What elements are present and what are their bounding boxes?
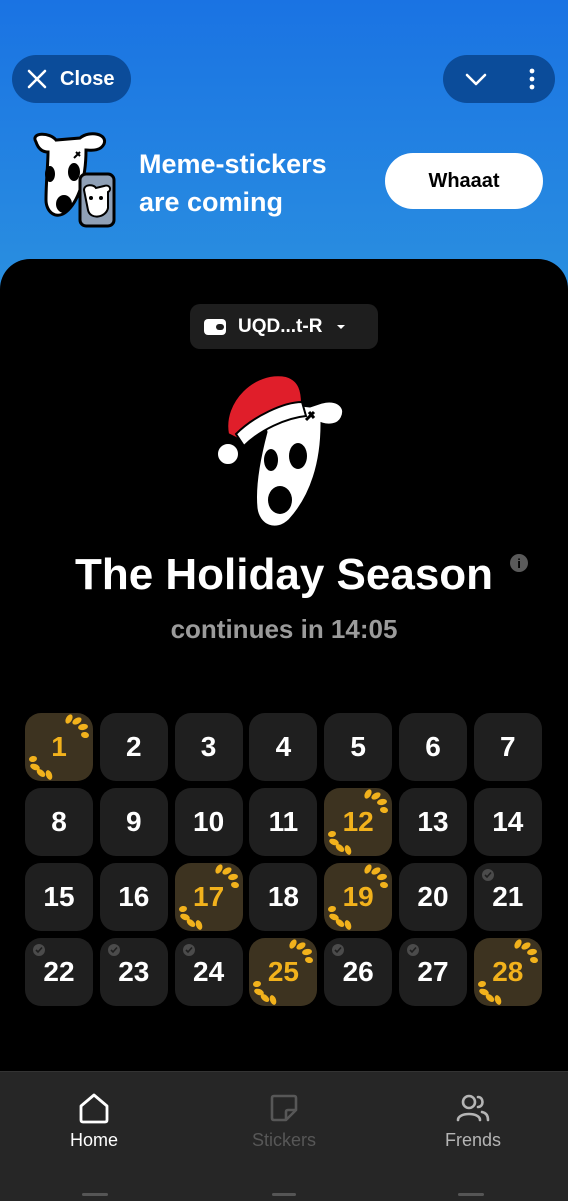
calendar-day-number: 13	[417, 806, 449, 837]
calendar-day-19[interactable]: 19	[324, 863, 393, 931]
banner-line-1: Meme-stickers	[139, 149, 327, 179]
nav-item-stickers[interactable]: Stickers	[214, 1092, 354, 1151]
calendar-day-number: 19	[342, 881, 374, 912]
calendar-day-7[interactable]: 7	[473, 713, 542, 781]
calendar-day-number: 14	[492, 806, 524, 837]
holiday-calendar-grid: 1 2 3 4 5 6 7 8 9 10 11 12 13 14 15 16 17 18 19 20 21 22 23 24 2…	[25, 713, 542, 1006]
calendar-day-number: 23	[118, 956, 150, 987]
calendar-day-11[interactable]: 11	[249, 788, 318, 856]
calendar-day-8[interactable]: 8	[25, 788, 93, 856]
system-bar-indicator	[82, 1193, 108, 1196]
close-label: Close	[60, 67, 115, 90]
calendar-day-4[interactable]: 4	[249, 713, 318, 781]
close-icon	[27, 69, 47, 89]
calendar-day-18[interactable]: 18	[249, 863, 318, 931]
completed-check-icon	[481, 869, 494, 881]
calendar-day-3[interactable]: 3	[174, 713, 243, 781]
calendar-day-14[interactable]: 14	[473, 788, 542, 856]
calendar-day-25[interactable]: 25	[249, 938, 318, 1006]
calendar-day-17[interactable]: 17	[174, 863, 243, 931]
wallet-address: UQD...t-R	[238, 315, 323, 337]
calendar-day-number: 7	[499, 731, 516, 762]
nav-label-home: Home	[69, 1130, 118, 1150]
calendar-day-20[interactable]: 20	[398, 863, 467, 931]
nav-item-frends[interactable]: Frends	[403, 1092, 543, 1151]
calendar-day-2[interactable]: 2	[99, 713, 168, 781]
calendar-day-1[interactable]: 1	[25, 713, 93, 781]
calendar-day-number: 12	[342, 806, 374, 837]
calendar-day-number: 8	[51, 806, 67, 837]
calendar-day-27[interactable]: 27	[398, 938, 467, 1006]
more-vertical-icon[interactable]	[528, 67, 536, 91]
calendar-day-13[interactable]: 13	[398, 788, 467, 856]
calendar-day-number: 28	[492, 956, 524, 987]
countdown-subtitle: continues in 14:05	[170, 614, 398, 644]
dog-mascot-with-phone-icon	[33, 132, 116, 228]
calendar-day-number: 1	[51, 731, 67, 762]
calendar-day-21[interactable]: 21	[473, 863, 542, 931]
calendar-day-number: 24	[193, 956, 225, 987]
completed-check-icon	[33, 944, 45, 956]
calendar-day-10[interactable]: 10	[174, 788, 243, 856]
calendar-day-number: 16	[118, 881, 150, 912]
calendar-day-number: 21	[492, 881, 524, 912]
nav-label-frends: Frends	[444, 1130, 502, 1150]
calendar-day-number: 25	[267, 956, 299, 987]
calendar-day-23[interactable]: 23	[99, 938, 168, 1006]
system-bar-indicator	[458, 1193, 484, 1196]
banner-line-2: are coming	[139, 187, 284, 217]
wallet-icon	[204, 318, 226, 335]
banner-text: Meme-stickers are coming	[139, 145, 327, 221]
calendar-day-15[interactable]: 15	[25, 863, 93, 931]
calendar-day-number: 15	[43, 881, 75, 912]
nav-item-home[interactable]: Home	[24, 1092, 164, 1151]
page-title: The Holiday Season	[74, 550, 494, 599]
calendar-day-number: 18	[267, 881, 299, 912]
calendar-day-12[interactable]: 12	[324, 788, 393, 856]
whaaat-button[interactable]: Whaaat	[385, 153, 543, 209]
completed-check-icon	[332, 944, 345, 956]
calendar-day-number: 20	[417, 881, 449, 912]
home-icon	[79, 1093, 109, 1124]
bottom-navigation: Home Stickers Frends	[0, 1071, 568, 1201]
calendar-day-number: 10	[193, 806, 225, 837]
calendar-day-number: 3	[200, 731, 217, 762]
info-icon[interactable]: i	[510, 554, 528, 572]
completed-check-icon	[182, 944, 195, 956]
caret-down-icon	[337, 324, 346, 329]
calendar-day-number: 6	[425, 731, 441, 762]
calendar-day-number: 27	[417, 956, 449, 987]
system-bar-indicator	[272, 1193, 296, 1196]
santa-dog-icon	[216, 374, 345, 529]
chevron-down-icon[interactable]	[463, 66, 489, 92]
calendar-day-number: 4	[275, 731, 292, 762]
nav-label-stickers: Stickers	[251, 1130, 316, 1150]
calendar-day-22[interactable]: 22	[25, 938, 93, 1006]
calendar-day-16[interactable]: 16	[99, 863, 168, 931]
calendar-day-number: 22	[43, 956, 75, 987]
calendar-day-number: 26	[342, 956, 374, 987]
calendar-day-number: 9	[126, 806, 142, 837]
calendar-day-number: 2	[126, 731, 142, 762]
calendar-day-number: 17	[193, 881, 225, 912]
calendar-day-26[interactable]: 26	[324, 938, 393, 1006]
completed-check-icon	[406, 944, 419, 956]
calendar-day-5[interactable]: 5	[324, 713, 393, 781]
close-button[interactable]: Close	[12, 55, 131, 103]
header-actions	[443, 55, 555, 103]
sticker-icon	[270, 1094, 298, 1122]
completed-check-icon	[107, 944, 120, 956]
calendar-day-number: 11	[268, 806, 299, 837]
calendar-day-9[interactable]: 9	[99, 788, 168, 856]
calendar-day-6[interactable]: 6	[398, 713, 467, 781]
friends-icon	[456, 1094, 490, 1122]
calendar-day-number: 5	[350, 731, 366, 762]
calendar-day-28[interactable]: 28	[473, 938, 542, 1006]
calendar-day-24[interactable]: 24	[174, 938, 243, 1006]
wallet-selector[interactable]: UQD...t-R	[190, 304, 378, 349]
